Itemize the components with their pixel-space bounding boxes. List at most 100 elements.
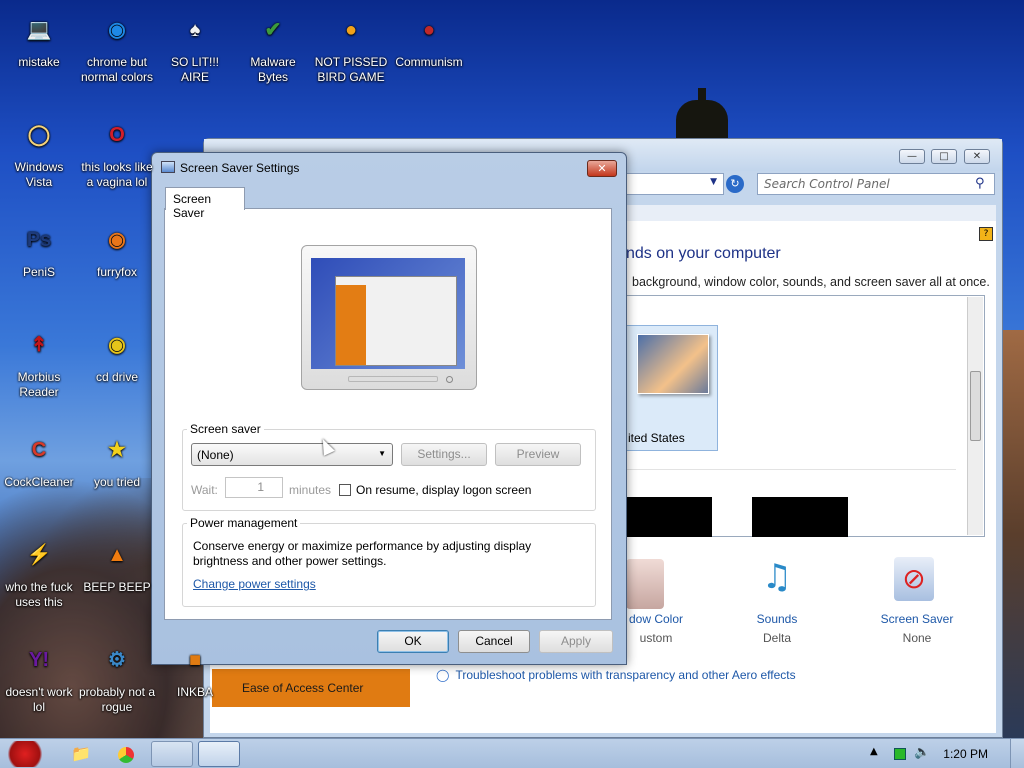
monitor-icon [161, 161, 175, 173]
logon-checkbox[interactable] [339, 484, 351, 496]
theme-thumbnail-dark [626, 497, 712, 537]
wait-label: Wait: [191, 483, 218, 497]
desktop-icon[interactable]: 💻 mistake [0, 8, 78, 70]
preview-screen [311, 258, 465, 369]
desktop-icon-label: PeniS [22, 265, 56, 279]
scrollbar-thumb[interactable] [970, 371, 981, 441]
logon-checkbox-label[interactable]: On resume, display logon screen [356, 483, 531, 497]
sounds-tile[interactable]: Sounds Delta [737, 612, 817, 645]
desktop-icon[interactable]: ● NOT PISSED BIRD GAME [312, 8, 390, 85]
theme-thumbnail-dark [752, 497, 848, 537]
monitor-base [348, 376, 438, 382]
screen-saver-select[interactable]: (None) ▼ [191, 443, 393, 466]
tile-title: Screen Saver [880, 612, 954, 626]
desktop-icon[interactable]: ◯ Windows Vista [0, 113, 78, 190]
desktop-icon[interactable]: ▲ BEEP BEEP [78, 533, 156, 595]
desktop-icon-label: Communism [395, 55, 463, 69]
preview-button[interactable]: Preview [495, 443, 581, 466]
desktop-icon-label: INKBA [176, 685, 213, 699]
volume-icon[interactable]: 🔈 [914, 745, 930, 760]
photoshop-icon: Ps [26, 228, 52, 251]
firefox-icon: ◉ [108, 228, 126, 251]
change-power-settings-link[interactable]: Change power settings [193, 577, 316, 591]
lightning-icon: ⚡ [26, 543, 52, 566]
ccleaner-icon: C [31, 438, 47, 461]
window-color-tile[interactable]: dow Color ustom [616, 612, 696, 645]
desktop-icon[interactable]: ⚙ probably not a rogue [78, 638, 156, 715]
preview-window [335, 276, 457, 366]
chevron-down-icon[interactable]: ▼ [710, 177, 717, 187]
desktop-icon-label: Morbius Reader [17, 370, 61, 399]
desktop-icon[interactable]: ◉ furryfox [78, 218, 156, 280]
troubleshoot-link[interactable]: ◯ Troubleshoot problems with transparency… [436, 668, 796, 682]
desktop-icon-label: CockCleaner [4, 475, 74, 489]
desktop-icon-label: this looks like a vagina lol [81, 160, 153, 189]
scrollbar[interactable] [967, 297, 983, 535]
window-color-icon [626, 559, 664, 609]
taskbar-item-display[interactable] [151, 741, 193, 767]
screen-saver-tile[interactable]: Screen Saver None [872, 612, 962, 645]
minimize-button[interactable]: — [899, 149, 925, 164]
power-description: Conserve energy or maximize performance … [193, 539, 532, 568]
chrome-taskbar-icon[interactable] [108, 741, 144, 767]
chevron-down-icon[interactable]: ▼ [378, 449, 386, 458]
desktop-icon[interactable]: Y! doesn't work lol [0, 638, 78, 715]
dialog-close-button[interactable]: ✕ [587, 160, 617, 177]
clock[interactable]: 1:20 PM [943, 747, 988, 761]
desktop-icon[interactable]: ↟ Morbius Reader [0, 323, 78, 400]
explorer-icon[interactable]: 📁 [64, 741, 98, 767]
desktop-icon-label: doesn't work lol [5, 685, 73, 714]
page-description: background, window color, sounds, and sc… [632, 275, 990, 289]
star-icon: ★ [108, 438, 126, 461]
desktop-icon[interactable]: ✔ Malware Bytes [234, 8, 312, 85]
wait-stepper[interactable]: 1 [225, 477, 283, 498]
desktop-icon[interactable]: ♠ SO LIT!!! AIRE [156, 8, 234, 85]
tile-subtitle: ustom [639, 631, 673, 645]
help-icon[interactable]: ? [979, 227, 993, 241]
ease-of-access-link[interactable]: Ease of Access Center [212, 669, 410, 707]
show-desktop-button[interactable] [1010, 739, 1024, 768]
refresh-icon[interactable]: ↻ [726, 175, 744, 193]
desktop-icon[interactable]: ● Communism [390, 8, 468, 70]
desktop-icon[interactable]: ◉ chrome but normal colors [78, 8, 156, 85]
taskbar-item-screen-saver[interactable] [198, 741, 240, 767]
search-icon[interactable]: ⚲ [975, 176, 985, 191]
maximize-button[interactable]: □ [931, 149, 957, 164]
desktop-icon[interactable]: ◉ cd drive [78, 323, 156, 385]
shield-icon: ◯ [436, 668, 450, 682]
desktop-icon[interactable]: ★ you tried [78, 428, 156, 490]
ok-button[interactable]: OK [377, 630, 449, 653]
desktop-icon[interactable]: ⚡ who the fuck uses this [0, 533, 78, 610]
power-management-label: Power management [187, 516, 301, 530]
taskbar: 📁 ▲ 🔈 1:20 PM [0, 738, 1024, 768]
bird-icon: ● [422, 18, 436, 41]
address-bar[interactable]: ▼ [624, 173, 724, 195]
cards-icon: ♠ [189, 18, 201, 41]
start-button[interactable] [4, 741, 46, 767]
dialog-title: Screen Saver Settings [180, 161, 300, 175]
cancel-button[interactable]: Cancel [458, 630, 530, 653]
opera-icon: O [109, 123, 125, 146]
search-input[interactable]: Search Control Panel [757, 173, 995, 195]
wait-value: 1 [257, 480, 264, 494]
apply-button[interactable]: Apply [539, 630, 613, 653]
desktop-icon-label: Windows Vista [14, 160, 64, 189]
screen-saver-icon: ⊘ [894, 557, 934, 601]
desktop-icon[interactable]: ■ INKBA [156, 638, 234, 700]
desktop-icon-label: SO LIT!!! AIRE [170, 55, 219, 84]
desktop-icon[interactable]: Othis looks like a vagina lol [78, 113, 156, 190]
network-icon[interactable] [894, 748, 906, 760]
bird-icon: ● [344, 18, 358, 41]
desktop-icon[interactable]: C CockCleaner [0, 428, 78, 490]
desktop-icon[interactable]: Ps PeniS [0, 218, 78, 280]
tile-subtitle: Delta [762, 631, 791, 645]
tile-subtitle: None [902, 631, 932, 645]
settings-button[interactable]: Settings... [401, 443, 487, 466]
tray-expand-icon[interactable]: ▲ [870, 746, 878, 757]
desktop-icon-label: chrome but normal colors [80, 55, 154, 84]
yahoo-icon: Y! [29, 648, 49, 671]
gear-icon: ⚙ [108, 648, 126, 671]
tab-screen-saver[interactable]: Screen Saver [165, 187, 245, 220]
desktop-icon-label: BEEP BEEP [83, 580, 151, 594]
close-button[interactable]: ✕ [964, 149, 990, 164]
